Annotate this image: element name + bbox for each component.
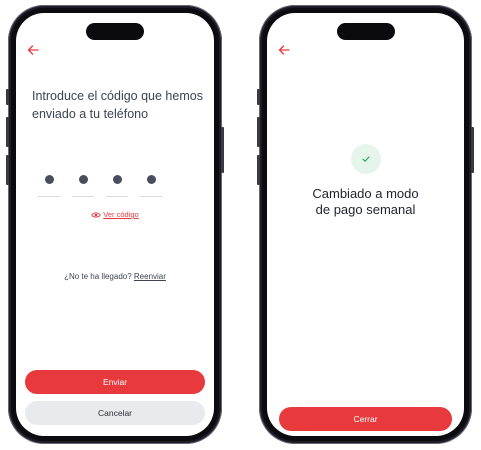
screen-code-entry: Introduce el código que hemos enviado a …	[16, 13, 214, 436]
volume-down-button	[6, 155, 9, 185]
confirmation-title: Cambiado a modo de pago semanal	[267, 186, 464, 218]
close-button[interactable]: Cerrar	[279, 407, 452, 431]
side-button	[257, 89, 260, 105]
back-arrow-icon[interactable]	[277, 43, 291, 57]
digit-underline	[106, 196, 128, 197]
page-title: Introduce el código que hemos enviado a …	[32, 89, 203, 121]
power-button	[471, 127, 474, 173]
eye-icon	[91, 212, 101, 218]
phone-frame-code-entry: Introduce el código que hemos enviado a …	[6, 5, 224, 444]
code-input[interactable]	[38, 173, 188, 197]
dynamic-island	[336, 23, 395, 40]
digit-dot	[79, 175, 88, 184]
phone-frame-confirmation: Cambiado a modo de pago semanal Cerrar	[257, 5, 474, 444]
digit-dot	[45, 175, 54, 184]
code-digit-4[interactable]	[140, 173, 162, 197]
digit-underline	[140, 196, 162, 197]
code-digit-3[interactable]	[106, 173, 128, 197]
volume-up-button	[6, 117, 9, 147]
no-code-text: ¿No te ha llegado?	[64, 272, 132, 281]
digit-underline	[72, 196, 94, 197]
resend-link[interactable]: Reenviar	[134, 272, 166, 281]
code-digit-1[interactable]	[38, 173, 60, 197]
digit-dot	[147, 175, 156, 184]
check-icon	[361, 156, 370, 162]
digit-dot	[113, 175, 122, 184]
confirmation-title-line-2: de pago semanal	[315, 202, 416, 217]
code-digit-2[interactable]	[72, 173, 94, 197]
view-code-label[interactable]: Ver código	[103, 210, 138, 219]
send-button[interactable]: Enviar	[25, 370, 205, 394]
volume-down-button	[257, 155, 260, 185]
back-arrow-icon[interactable]	[26, 43, 40, 57]
resend-prompt: ¿No te ha llegado? Reenviar	[16, 272, 214, 281]
cancel-button[interactable]: Cancelar	[25, 401, 205, 425]
success-badge	[350, 144, 381, 174]
screen-confirmation: Cambiado a modo de pago semanal Cerrar	[267, 13, 464, 436]
volume-up-button	[257, 117, 260, 147]
dynamic-island	[86, 23, 144, 40]
view-code-link[interactable]: Ver código	[16, 210, 214, 219]
digit-underline	[38, 196, 60, 197]
confirmation-title-line-1: Cambiado a modo	[312, 186, 419, 201]
power-button	[221, 127, 224, 173]
side-button	[6, 89, 9, 105]
